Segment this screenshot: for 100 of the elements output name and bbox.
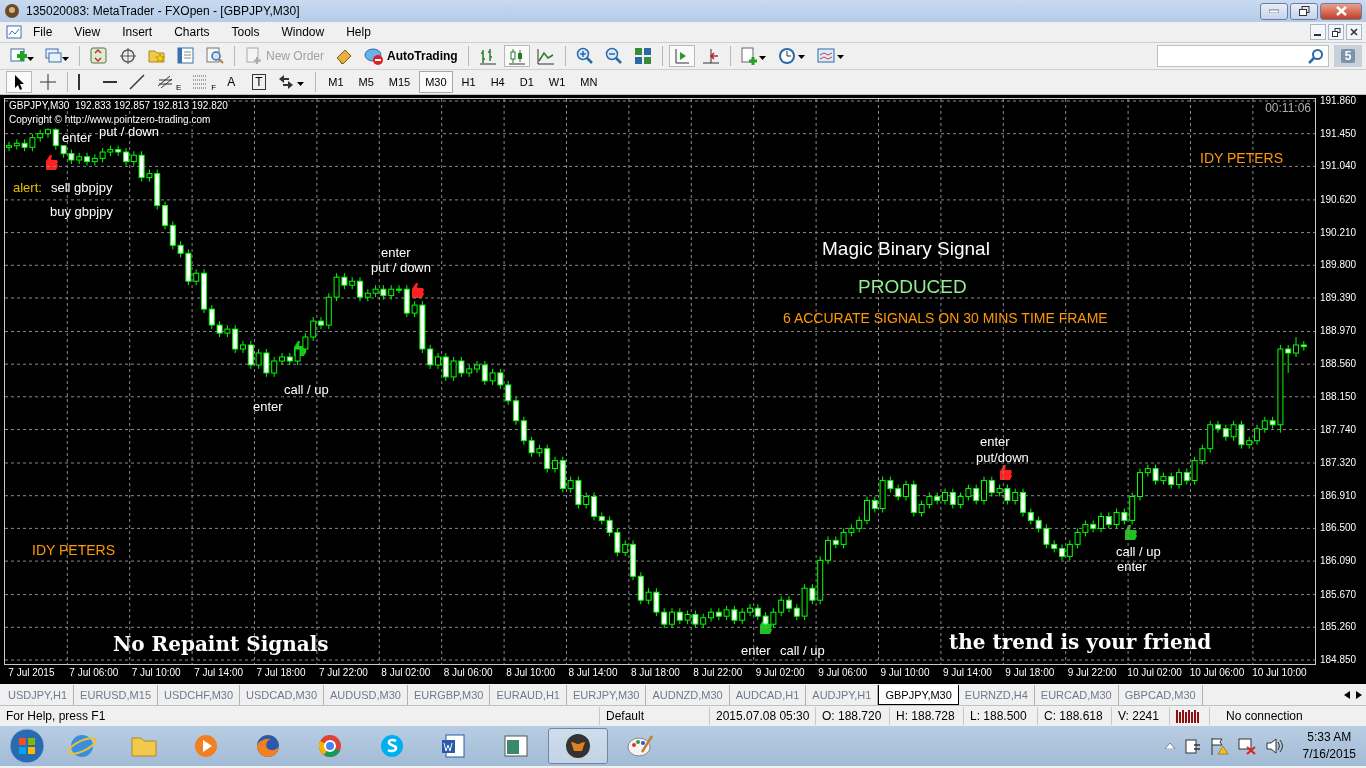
close-price: C: 188.618 bbox=[1038, 707, 1112, 725]
timeframe-button[interactable]: M15 bbox=[382, 71, 417, 93]
time-label: 9 Jul 18:00 bbox=[1005, 667, 1055, 678]
chart-tab[interactable]: AUDNZD,M30 bbox=[646, 685, 730, 705]
price-label: 186.500 bbox=[1320, 522, 1357, 534]
chart-tab[interactable]: EURCAD,M30 bbox=[1034, 685, 1119, 705]
menu-item[interactable]: Window bbox=[270, 25, 336, 39]
label-button[interactable]: T bbox=[248, 71, 271, 93]
connection-status: No connection bbox=[1225, 708, 1304, 725]
time-label: 10 Jul 10:00 bbox=[1252, 667, 1307, 678]
chart-tab[interactable]: EURAUD,H1 bbox=[490, 685, 567, 705]
chart-tab[interactable]: EURUSD,M15 bbox=[74, 685, 158, 705]
fib-channel-button[interactable]: E bbox=[153, 71, 186, 93]
window-title: 135020083: MetaTrader - FXOpen - [GBPJPY,M30] bbox=[26, 4, 301, 18]
text-button[interactable]: A bbox=[223, 71, 246, 93]
signal-label: enter bbox=[980, 434, 1010, 449]
time-label: 7 Jul 06:00 bbox=[69, 667, 119, 678]
time-label: 7 Jul 2015 bbox=[8, 667, 55, 678]
price-label: 185.260 bbox=[1320, 621, 1357, 633]
time-label: 9 Jul 02:00 bbox=[755, 667, 805, 678]
menu-item[interactable]: Charts bbox=[163, 25, 221, 39]
menu-item[interactable]: Help bbox=[335, 25, 382, 39]
signal-label: buy gbpjpy bbox=[50, 204, 113, 219]
time-label: 9 Jul 22:00 bbox=[1067, 667, 1117, 678]
time-label: 8 Jul 10:00 bbox=[506, 667, 556, 678]
signal-label: put / down bbox=[371, 260, 431, 275]
bar-time: 2015.07.08 05:30 bbox=[710, 707, 816, 725]
chart-tab[interactable]: GBPJPY,M30 bbox=[878, 685, 959, 705]
signal-label: enter bbox=[62, 130, 92, 145]
help-text: For Help, press F1 bbox=[0, 707, 600, 725]
volume-value: V: 2241 bbox=[1112, 707, 1170, 725]
timeframe-button[interactable]: M30 bbox=[419, 71, 453, 93]
fib-button[interactable]: F bbox=[188, 71, 221, 93]
chart-tab[interactable]: EURGBP,M30 bbox=[407, 685, 491, 705]
chart-tab[interactable]: AUDUSD,M30 bbox=[324, 685, 408, 705]
menu-item[interactable]: File bbox=[22, 25, 64, 39]
copyright-text: Copyright © http://www.pointzero-trading.com bbox=[9, 114, 211, 125]
slogan-text: No Repaint Signals bbox=[113, 632, 329, 656]
clock-button[interactable]: 5:33 AM 7/16/2015 bbox=[1302, 729, 1356, 763]
high-price: H: 188.728 bbox=[890, 707, 964, 725]
time-label: 10 Jul 06:00 bbox=[1189, 667, 1245, 678]
slogan-text: the trend is your friend bbox=[949, 630, 1212, 654]
time-label: 8 Jul 14:00 bbox=[568, 667, 618, 678]
clock-date: 7/16/2015 bbox=[1302, 746, 1356, 763]
time-label: 7 Jul 14:00 bbox=[194, 667, 244, 678]
price-label: 187.320 bbox=[1320, 457, 1357, 469]
alert-label: alert: bbox=[13, 180, 42, 195]
time-label: 9 Jul 14:00 bbox=[942, 667, 992, 678]
signal-label: call / up bbox=[780, 643, 825, 658]
price-label: 189.800 bbox=[1320, 259, 1357, 271]
time-label: 8 Jul 22:00 bbox=[693, 667, 743, 678]
timeframe-button[interactable]: W1 bbox=[542, 71, 572, 93]
profile-name: Default bbox=[600, 707, 710, 725]
banner-text: 6 ACCURATE SIGNALS ON 30 MINS TIME FRAME bbox=[783, 310, 1108, 326]
signal-label: put / down bbox=[99, 124, 159, 139]
time-label: 7 Jul 18:00 bbox=[256, 667, 306, 678]
price-label: 191.040 bbox=[1320, 160, 1357, 172]
chart-tab[interactable]: USDJPY,H1 bbox=[2, 685, 75, 705]
timeframe-button[interactable]: M5 bbox=[352, 71, 380, 93]
price-label: 187.740 bbox=[1320, 423, 1357, 435]
menu-item[interactable]: Insert bbox=[111, 25, 164, 39]
open-price: O: 188.720 bbox=[816, 707, 890, 725]
timeframe-button[interactable]: H4 bbox=[484, 71, 511, 93]
signal-label: enter bbox=[381, 245, 411, 260]
chart-header: GBPJPY,M30 192.833 192.857 192.813 192.820 bbox=[9, 100, 228, 111]
time-label: 7 Jul 10:00 bbox=[131, 667, 181, 678]
signal-label: call / up bbox=[1116, 544, 1161, 559]
price-label: 188.970 bbox=[1320, 325, 1357, 337]
signal-label: enter bbox=[741, 643, 771, 658]
signal-label: enter bbox=[253, 399, 283, 414]
price-label: 191.450 bbox=[1320, 127, 1357, 139]
signal-label: call / up bbox=[284, 382, 329, 397]
status-label: PRODUCED bbox=[858, 276, 967, 298]
timeframe-button[interactable]: H1 bbox=[455, 71, 482, 93]
author-label: IDY PETERS bbox=[1200, 150, 1283, 166]
time-label: 9 Jul 10:00 bbox=[880, 667, 930, 678]
time-label: 8 Jul 02:00 bbox=[381, 667, 431, 678]
timeframe-button[interactable]: M1 bbox=[322, 71, 350, 93]
clock-time: 5:33 AM bbox=[1307, 729, 1352, 746]
signal-label: sell gbpjpy bbox=[51, 180, 113, 195]
price-label: 190.210 bbox=[1320, 226, 1357, 238]
price-label: 184.850 bbox=[1320, 654, 1357, 665]
chart-tab[interactable]: GBPCAD,M30 bbox=[1118, 685, 1203, 705]
price-label: 191.860 bbox=[1320, 95, 1357, 106]
chart-tab[interactable]: USDCHF,M30 bbox=[158, 685, 241, 705]
author-label: IDY PETERS bbox=[32, 542, 115, 558]
time-label: 9 Jul 06:00 bbox=[818, 667, 868, 678]
menu-item[interactable]: Tools bbox=[220, 25, 271, 39]
chart-tab[interactable]: EURJPY,M30 bbox=[567, 685, 647, 705]
menu-item[interactable]: View bbox=[63, 25, 112, 39]
time-label: 7 Jul 22:00 bbox=[318, 667, 368, 678]
chart-tab[interactable]: EURNZD,H4 bbox=[958, 685, 1035, 705]
autotrading-button[interactable]: AutoTrading bbox=[360, 45, 462, 67]
timeframe-button[interactable]: D1 bbox=[513, 71, 540, 93]
price-label: 188.150 bbox=[1320, 390, 1357, 402]
price-label: 186.090 bbox=[1320, 555, 1357, 567]
chart-tab[interactable]: AUDCAD,H1 bbox=[729, 685, 807, 705]
timeframe-button[interactable]: MN bbox=[574, 71, 604, 93]
chart-tab[interactable]: USDCAD,M30 bbox=[240, 685, 324, 705]
low-price: L: 188.500 bbox=[964, 707, 1038, 725]
